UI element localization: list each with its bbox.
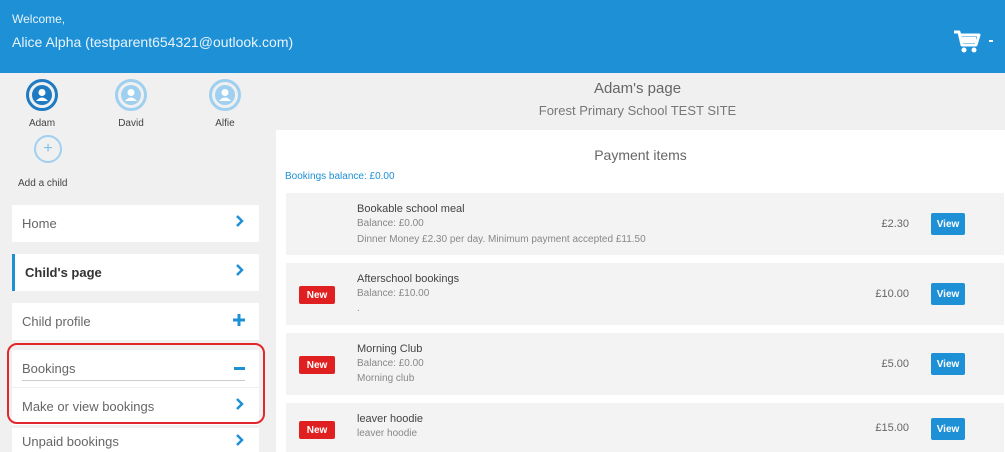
avatar (115, 79, 147, 111)
new-badge: New (299, 356, 335, 374)
top-header: Welcome, Alice Alpha (testparent654321@o… (0, 0, 1005, 73)
child-david[interactable]: David (101, 79, 161, 129)
chevron-right-icon (236, 434, 244, 446)
child-name: Alfie (215, 118, 235, 129)
new-badge: New (299, 421, 335, 439)
chevron-down-icon (989, 40, 993, 42)
highlight-annotation (7, 343, 265, 424)
item-balance: leaver hoodie (357, 428, 418, 439)
cart-button[interactable] (953, 30, 993, 54)
item-title: Afterschool bookings (357, 273, 460, 285)
item-balance: Balance: £0.00 (357, 358, 424, 369)
chevron-right-icon (236, 215, 244, 227)
bookings-balance-link[interactable]: Bookings balance: £0.00 (285, 171, 395, 182)
person-icon (121, 85, 141, 105)
view-button[interactable]: View (931, 283, 965, 305)
plus-icon: + (34, 135, 62, 163)
sidebar-item-label: Unpaid bookings (22, 434, 119, 449)
payment-item-row: New leaver hoodie leaver hoodie £15.00 V… (286, 403, 1004, 452)
sidebar-item-label: Child's page (25, 265, 102, 280)
child-adam[interactable]: Adam (12, 79, 72, 129)
avatar (209, 79, 241, 111)
person-icon (215, 85, 235, 105)
item-detail: . (357, 303, 360, 314)
welcome-text: Welcome, (12, 12, 66, 26)
payment-item-row: New Afterschool bookings Balance: £10.00… (286, 263, 1004, 325)
plus-icon (233, 314, 245, 326)
cart-icon (954, 30, 981, 53)
item-title: Bookable school meal (357, 203, 465, 215)
sidebar-item-label: Home (22, 216, 57, 231)
sidebar-item-home[interactable]: Home (12, 205, 259, 242)
item-title: leaver hoodie (357, 413, 424, 425)
person-icon (32, 85, 52, 105)
sidebar-item-label: Child profile (22, 314, 91, 329)
item-detail: Dinner Money £2.30 per day. Minimum paym… (357, 234, 646, 245)
item-price: £2.30 (881, 218, 909, 230)
chevron-right-icon (236, 264, 244, 276)
sidebar-item-unpaid-bookings[interactable]: Unpaid bookings (12, 428, 259, 452)
item-price: £15.00 (875, 422, 909, 434)
sidebar-item-childs-page[interactable]: Child's page (12, 254, 259, 291)
user-identity: Alice Alpha (testparent654321@outlook.co… (12, 34, 294, 50)
item-balance: Balance: £10.00 (357, 288, 430, 299)
sidebar: Adam David Alfie + Add a child Home Chil… (0, 73, 270, 452)
item-title: Morning Club (357, 343, 423, 355)
child-alfie[interactable]: Alfie (195, 79, 255, 129)
sidebar-item-child-profile[interactable]: Child profile (12, 303, 259, 340)
item-price: £10.00 (875, 288, 909, 300)
payment-items-heading: Payment items (594, 147, 687, 163)
avatar (26, 79, 58, 111)
view-button[interactable]: View (931, 418, 965, 440)
add-child-label: Add a child (18, 178, 68, 189)
view-button[interactable]: View (931, 353, 965, 375)
payment-item-row: New Morning Club Balance: £0.00 Morning … (286, 333, 1004, 395)
child-name: David (118, 118, 144, 129)
view-button[interactable]: View (931, 213, 965, 235)
school-name: Forest Primary School TEST SITE (538, 103, 737, 118)
payment-item-row: Bookable school meal Balance: £0.00 Dinn… (286, 193, 1004, 255)
item-price: £5.00 (881, 358, 909, 370)
item-detail: Morning club (357, 373, 415, 384)
page-title: Adam's page (593, 80, 682, 97)
item-balance: Balance: £0.00 (357, 218, 424, 229)
child-name: Adam (28, 118, 56, 129)
new-badge: New (299, 286, 335, 304)
